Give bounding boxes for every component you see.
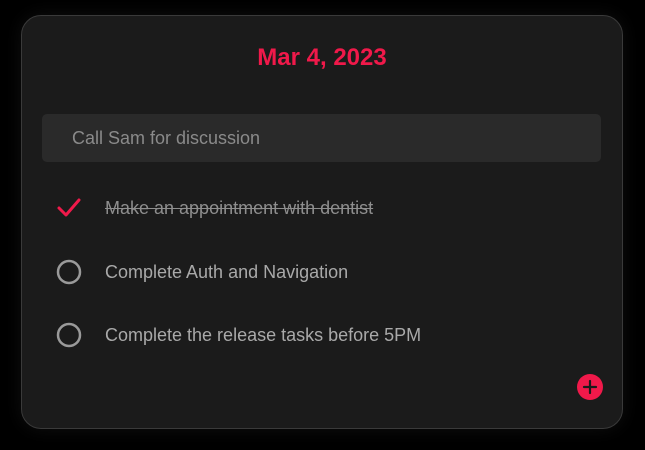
task-label: Make an appointment with dentist [105,198,374,218]
date-title: Mar 4, 2023 [257,44,387,71]
task-label: Complete the release tasks before 5PM [105,325,422,345]
task-item[interactable]: Make an appointment with dentist [42,188,582,228]
check-icon[interactable] [42,188,96,228]
new-task-input[interactable] [42,114,601,162]
plus-icon [582,379,598,395]
task-item[interactable]: Complete Auth and Navigation [42,252,582,292]
add-task-button[interactable] [577,374,603,400]
todo-card: Mar 4, 2023 Make an appointment with den… [21,15,623,429]
task-item[interactable]: Complete the release tasks before 5PM [42,315,582,355]
circle-icon[interactable] [42,315,96,355]
circle-icon[interactable] [42,252,96,292]
task-label: Complete Auth and Navigation [105,262,349,282]
